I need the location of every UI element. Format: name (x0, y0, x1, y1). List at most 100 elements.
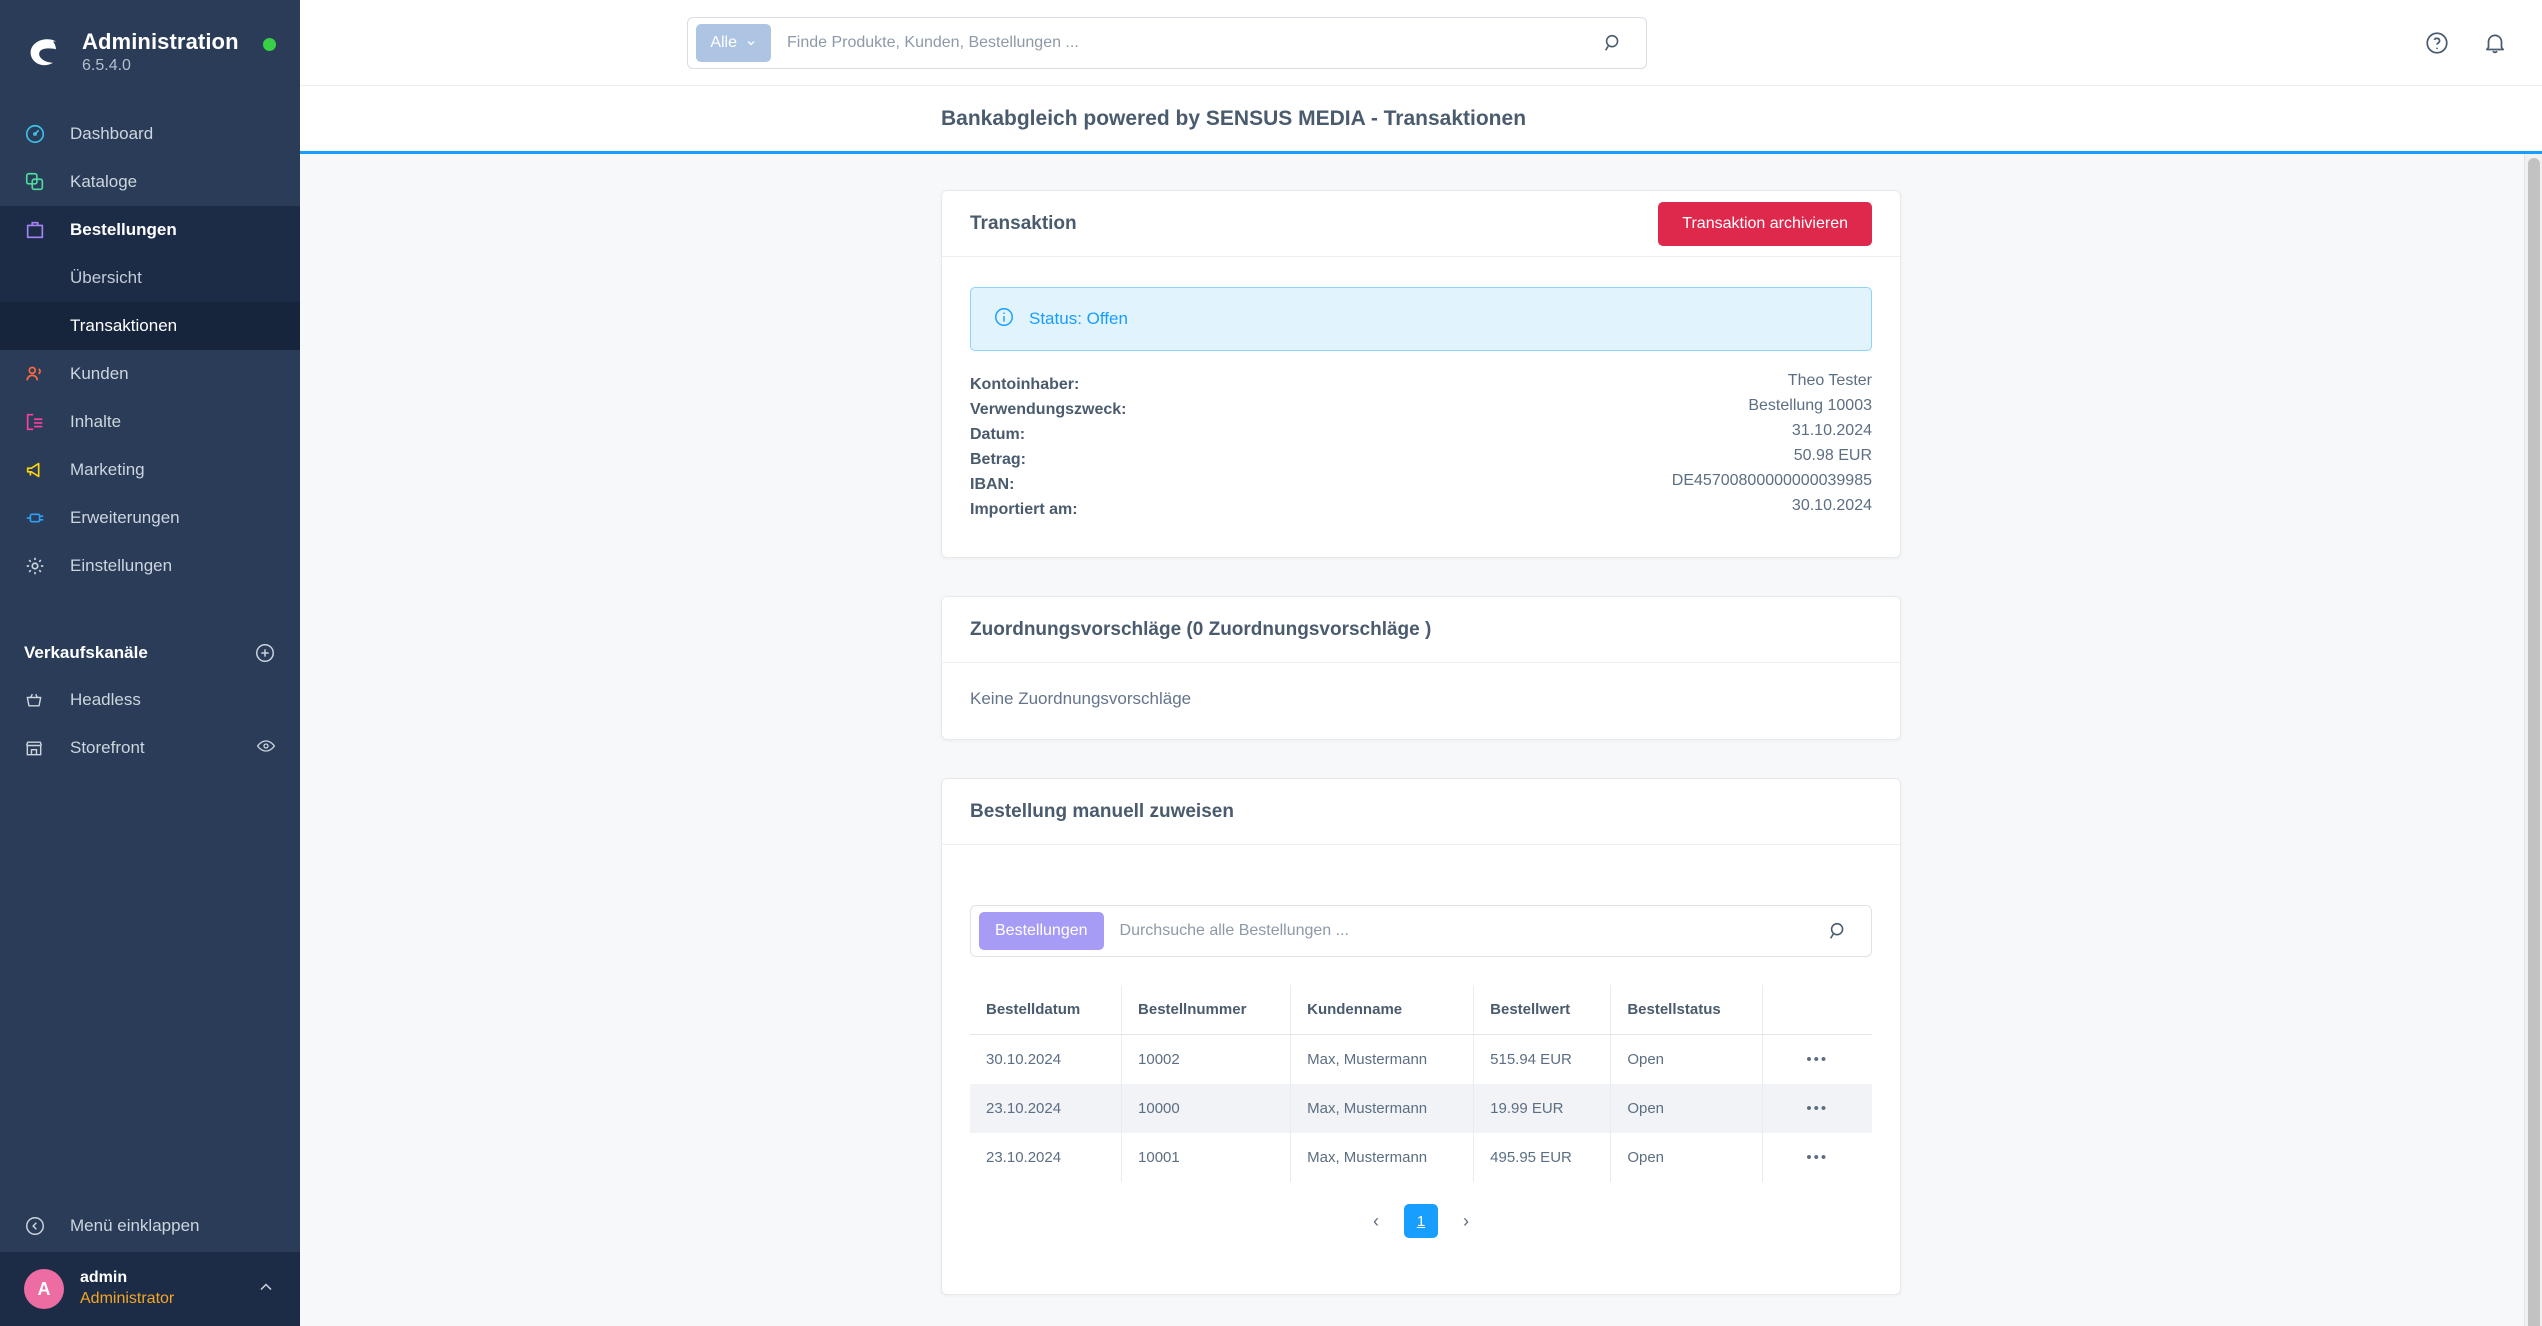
transaction-card-title: Transaktion (970, 212, 1077, 234)
column-header-kundenname[interactable]: Kundenname (1290, 985, 1474, 1035)
bell-icon[interactable] (2480, 28, 2510, 58)
detail-row: IBAN: DE45700800000000039985 (970, 472, 1872, 502)
pagination-prev-button[interactable]: ‹ (1362, 1207, 1390, 1235)
global-search: Alle (687, 16, 1648, 69)
sidebar-item-dashboard[interactable]: Dashboard (0, 110, 300, 158)
sidebar-item-marketing[interactable]: Marketing (0, 446, 300, 494)
avatar: A (24, 1269, 64, 1309)
table-row[interactable]: 23.10.2024 10001 Max, Mustermann 495.95 … (970, 1133, 1872, 1182)
sidebar-item-label: Bestellungen (70, 220, 177, 239)
chevron-left-circle-icon (24, 1215, 54, 1237)
dashboard-icon (24, 123, 54, 145)
detail-label: Importiert am: (970, 501, 1078, 518)
collapse-menu-label: Menü einklappen (70, 1216, 200, 1235)
vertical-scrollbar[interactable] (2524, 154, 2542, 1326)
orders-search-input[interactable] (1103, 922, 1821, 940)
suggestions-card: Zuordnungsvorschläge (0 Zuordnungsvorsch… (941, 596, 1901, 740)
cell-bestellstatus: Open (1610, 1133, 1762, 1182)
archive-transaction-button[interactable]: Transaktion archivieren (1658, 201, 1872, 246)
sidebar-channel-headless[interactable]: Headless (0, 676, 300, 724)
column-header-bestelldatum[interactable]: Bestelldatum (970, 985, 1122, 1035)
sidebar-item-kunden[interactable]: Kunden (0, 350, 300, 398)
cell-bestellwert: 495.95 EUR (1473, 1133, 1611, 1182)
cell-bestelldatum: 23.10.2024 (970, 1084, 1122, 1133)
transaction-card-body: Status: Offen Kontoinhaber: Theo Tester … (942, 257, 1900, 557)
sidebar-item-transaktionen[interactable]: Transaktionen (0, 302, 300, 350)
preview-eye-icon[interactable] (256, 736, 276, 761)
table-row[interactable]: 30.10.2024 10002 Max, Mustermann 515.94 … (970, 1034, 1872, 1084)
status-alert: Status: Offen (970, 287, 1872, 351)
sidebar-item-label: Inhalte (70, 412, 122, 431)
assign-order-card: Bestellung manuell zuweisen Bestellungen (941, 778, 1901, 1295)
orders-search-scope[interactable]: Bestellungen (979, 912, 1104, 950)
sidebar-item-label: Dashboard (70, 124, 154, 143)
column-header-bestellwert[interactable]: Bestellwert (1473, 985, 1611, 1035)
sidebar-item-uebersicht[interactable]: Übersicht (0, 254, 300, 302)
search-icon[interactable] (1596, 26, 1630, 60)
sidebar-item-erweiterungen[interactable]: Erweiterungen (0, 494, 300, 542)
sidebar-channel-storefront[interactable]: Storefront (0, 724, 300, 772)
detail-label: Datum: (970, 426, 1026, 443)
detail-value: 30.10.2024 (1791, 497, 1872, 514)
chevron-down-icon (747, 40, 755, 45)
cell-kundenname: Max, Mustermann (1290, 1034, 1474, 1084)
sidebar-item-bestellungen[interactable]: Bestellungen (0, 206, 300, 254)
sidebar-header: Administration 6.5.4.0 (0, 0, 300, 92)
search-scope-label: Alle (710, 33, 738, 51)
column-header-actions (1761, 985, 1872, 1035)
pagination-next-button[interactable]: › (1452, 1207, 1480, 1235)
sidebar-item-inhalte[interactable]: Inhalte (0, 398, 300, 446)
sidebar-item-kataloge[interactable]: Kataloge (0, 158, 300, 206)
orders-table-head: Bestelldatum Bestellnummer Kundenname Be… (970, 985, 1872, 1035)
cell-bestellwert: 515.94 EUR (1473, 1034, 1611, 1084)
orders-table: Bestelldatum Bestellnummer Kundenname Be… (970, 985, 1872, 1182)
table-row[interactable]: 23.10.2024 10000 Max, Mustermann 19.99 E… (970, 1084, 1872, 1133)
sidebar-subitem-label: Übersicht (70, 268, 142, 287)
admin-app: Administration 6.5.4.0 Dashboard Katalog… (0, 0, 2542, 1326)
scrollbar-thumb[interactable] (2528, 158, 2540, 1326)
page-title: Bankabgleich powered by SENSUS MEDIA - T… (941, 106, 1527, 130)
basket-icon (24, 690, 54, 710)
sales-channels-section: Verkaufskanäle (0, 630, 300, 676)
assign-order-card-title: Bestellung manuell zuweisen (970, 800, 1234, 822)
sidebar-item-label: Marketing (70, 460, 145, 479)
search-input[interactable] (771, 33, 1597, 52)
chevron-up-icon[interactable] (256, 1277, 276, 1302)
orders-bag-icon (24, 219, 54, 241)
user-menu[interactable]: A admin Administrator (0, 1252, 300, 1326)
cell-kundenname: Max, Mustermann (1290, 1084, 1474, 1133)
orders-search-icon[interactable] (1821, 914, 1855, 948)
sidebar-channel-label: Headless (70, 690, 141, 709)
sidebar-item-einstellungen[interactable]: Einstellungen (0, 542, 300, 590)
store-icon (24, 738, 54, 758)
shopware-logo-icon (24, 32, 64, 72)
transaction-card-header: Transaktion Transaktion archivieren (942, 191, 1900, 257)
cell-bestellstatus: Open (1610, 1034, 1762, 1084)
cell-bestelldatum: 23.10.2024 (986, 1149, 1062, 1166)
detail-value: DE45700800000000039985 (1671, 472, 1872, 489)
column-header-bestellnummer[interactable]: Bestellnummer (1121, 985, 1291, 1035)
row-context-menu-button[interactable]: ••• (1761, 1133, 1872, 1182)
transaction-card: Transaktion Transaktion archivieren Stat… (941, 190, 1901, 558)
help-circle-icon[interactable] (2422, 28, 2452, 58)
orders-search: Bestellungen (970, 905, 1872, 957)
row-context-menu-button[interactable]: ••• (1761, 1084, 1872, 1133)
column-header-bestellstatus[interactable]: Bestellstatus (1610, 985, 1762, 1035)
row-context-menu-button[interactable]: ••• (1761, 1034, 1872, 1084)
content-scroll-region: Transaktion Transaktion archivieren Stat… (300, 154, 2542, 1326)
add-sales-channel-icon[interactable] (254, 642, 276, 664)
assign-order-card-header: Bestellung manuell zuweisen (942, 779, 1900, 845)
cell-bestelldatum: 30.10.2024 (986, 1051, 1062, 1068)
pagination-page-1[interactable]: 1 (1404, 1204, 1438, 1238)
detail-value: Theo Tester (1787, 372, 1872, 389)
collapse-menu-button[interactable]: Menü einklappen (0, 1200, 300, 1252)
cell-bestellstatus: Open (1610, 1084, 1762, 1133)
cell-bestellwert: 19.99 EUR (1473, 1084, 1611, 1133)
content-icon (24, 411, 54, 433)
orders-table-body: 30.10.2024 10002 Max, Mustermann 515.94 … (970, 1034, 1872, 1182)
sidebar-version: 6.5.4.0 (82, 56, 131, 74)
search-scope-dropdown[interactable]: Alle (696, 23, 772, 62)
detail-label: Betrag: (970, 451, 1027, 468)
topbar-actions (2422, 28, 2542, 58)
